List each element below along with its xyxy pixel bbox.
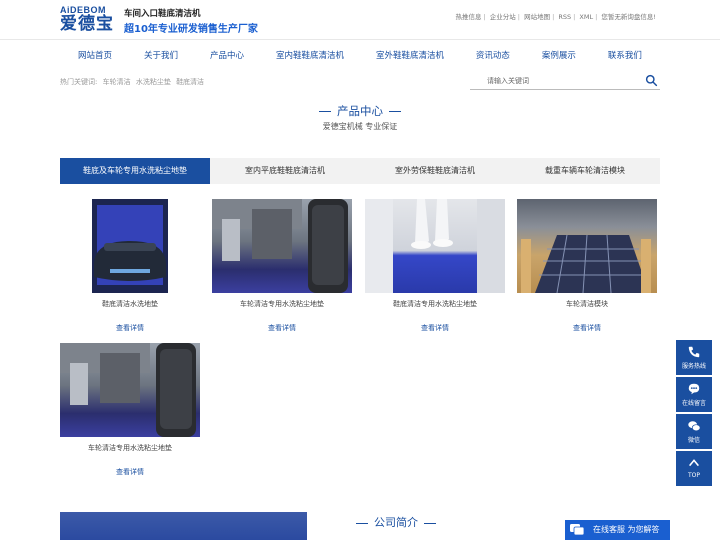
top-link-sitemap[interactable]: 网站地图 [524,13,550,21]
product-image[interactable] [365,199,505,293]
hot-keywords-label: 热门关键词: [60,78,98,86]
hot-keyword[interactable]: 水洗粘尘垫 [136,78,171,86]
product-name[interactable]: 车轮清洁专用水洗粘尘地垫 [212,299,352,309]
slogan-main: 车间入口鞋底清洁机 [124,9,201,19]
product-detail-link[interactable]: 查看详情 [60,467,200,477]
hot-keyword[interactable]: 鞋底清洁 [176,78,204,86]
search-input[interactable] [470,72,630,89]
message-icon [688,383,700,395]
tab-outdoor[interactable]: 室外劳保鞋鞋底清洁机 [360,158,510,184]
sidebar-wechat-label: 微信 [687,437,700,444]
product-image[interactable] [517,199,657,293]
company-image [60,512,307,540]
search-icon[interactable] [645,74,658,87]
sidebar-message-button[interactable]: 在线留言 [676,377,712,412]
nav-news[interactable]: 资讯动态 [476,45,510,67]
hot-keywords: 热门关键词: 车轮清洁 水洗粘尘垫 鞋底清洁 [60,77,207,87]
product-name[interactable]: 车轮清洁模块 [517,299,657,309]
tab-mat[interactable]: 鞋底及车轮专用水洗粘尘地垫 [60,158,210,184]
arrow-up-icon [689,459,699,467]
hot-keyword[interactable]: 车轮清洁 [103,78,131,86]
sidebar-hotline-button[interactable]: 服务热线 [676,340,712,375]
product-name[interactable]: 鞋底清洁水洗地垫 [60,299,200,309]
product-name[interactable]: 鞋底清洁专用水洗粘尘地垫 [365,299,505,309]
wechat-icon [688,421,701,432]
product-card[interactable]: 车轮清洁专用水洗粘尘地垫 查看详情 [60,343,200,477]
section-subtitle: 爱德宝机械 专业保证 [322,122,398,131]
product-card[interactable]: 鞋底清洁专用水洗粘尘地垫 查看详情 [365,199,505,333]
sidebar-wechat-button[interactable]: 微信 [676,414,712,449]
nav-outdoor-cleaner[interactable]: 室外鞋鞋底清洁机 [376,45,444,67]
product-image[interactable] [212,199,352,293]
tab-indoor[interactable]: 室内平底鞋鞋底清洁机 [210,158,360,184]
online-chat-button[interactable]: 在线客服 为您解答 [565,520,670,540]
product-card[interactable]: 车轮清洁模块 查看详情 [517,199,657,333]
logo[interactable]: AiDEBOM 爱德宝 [60,5,116,35]
top-links: 热推信息 | 企业分站 | 网站地图 | RSS | XML | 您暂无新询盘信息! [455,13,656,21]
nav-contact[interactable]: 联系我们 [608,45,642,67]
section-title: 产品中心 [0,103,720,119]
product-detail-link[interactable]: 查看详情 [365,323,505,333]
nav-home[interactable]: 网站首页 [78,45,112,67]
top-link-branch[interactable]: 企业分站 [490,13,516,21]
product-tabs: 鞋底及车轮专用水洗粘尘地垫 室内平底鞋鞋底清洁机 室外劳保鞋鞋底清洁机 载重车辆… [60,158,660,184]
product-image[interactable] [60,199,200,293]
phone-icon [688,346,700,358]
product-image[interactable] [60,343,200,437]
online-chat-label: 在线客服 为您解答 [593,525,660,534]
top-link-xml[interactable]: XML [579,13,593,21]
logo-chinese: 爱德宝 [60,14,114,34]
top-link-inquiry[interactable]: 您暂无新询盘信息! [601,13,656,21]
nav-products[interactable]: 产品中心 [210,45,244,67]
top-link-rss[interactable]: RSS [558,13,571,21]
company-intro-title: 公司简介 [350,514,442,530]
sidebar-hotline-label: 服务热线 [681,363,706,370]
slogan-sub: 超10年专业研发销售生产厂家 [124,24,258,35]
product-card[interactable]: 车轮清洁专用水洗粘尘地垫 查看详情 [212,199,352,333]
sidebar-top-label: TOP [687,472,700,479]
product-card[interactable]: 鞋底清洁水洗地垫 查看详情 [60,199,200,333]
sidebar-message-label: 在线留言 [681,400,706,407]
product-detail-link[interactable]: 查看详情 [212,323,352,333]
product-name[interactable]: 车轮清洁专用水洗粘尘地垫 [60,443,200,453]
search-box [470,72,660,90]
company-intro-title-text: 公司简介 [374,516,418,529]
nav-indoor-cleaner[interactable]: 室内鞋鞋底清洁机 [276,45,344,67]
tab-wheel-module[interactable]: 载重车辆车轮清洁模块 [510,158,660,184]
product-detail-link[interactable]: 查看详情 [517,323,657,333]
main-nav: 网站首页 关于我们 产品中心 室内鞋鞋底清洁机 室外鞋鞋底清洁机 资讯动态 案例… [60,45,660,67]
section-title-text: 产品中心 [337,104,383,118]
sidebar-top-button[interactable]: TOP [676,451,712,486]
top-bar: AiDEBOM 爱德宝 车间入口鞋底清洁机 超10年专业研发销售生产厂家 热推信… [0,0,720,40]
chat-icon [570,524,585,536]
product-detail-link[interactable]: 查看详情 [60,323,200,333]
nav-about[interactable]: 关于我们 [144,45,178,67]
top-link-hot[interactable]: 热推信息 [456,13,482,21]
nav-cases[interactable]: 案例展示 [542,45,576,67]
